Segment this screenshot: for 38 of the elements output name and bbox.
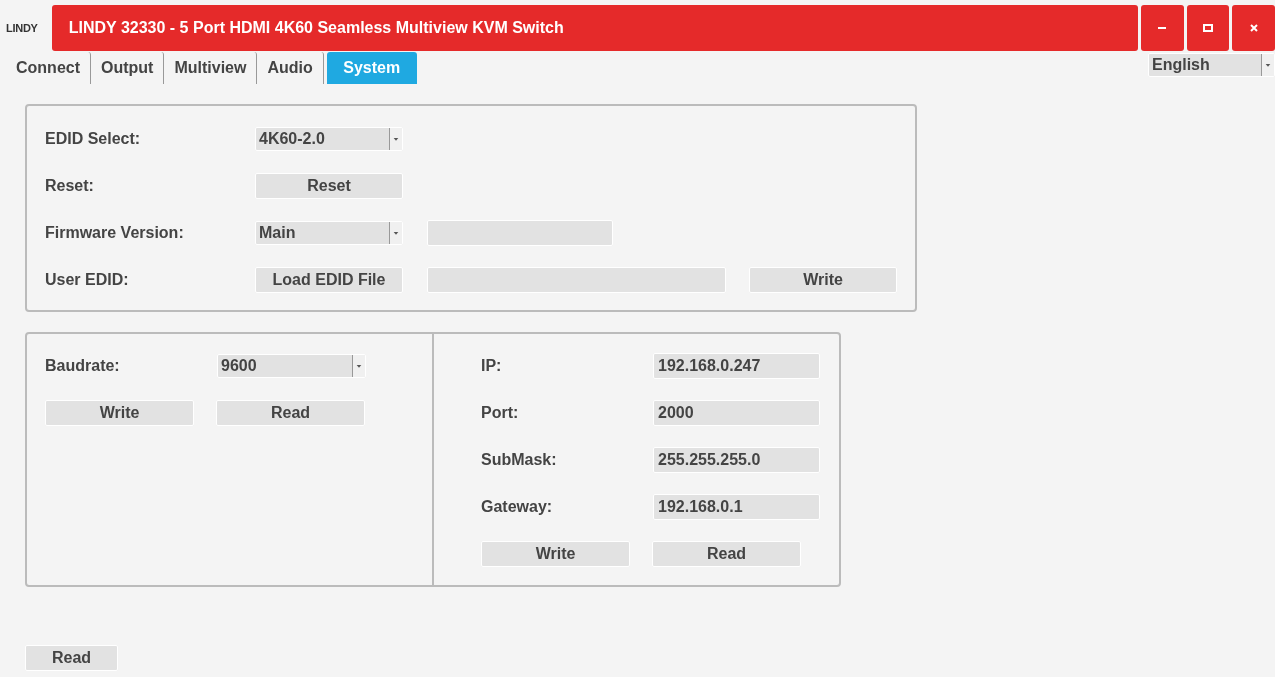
maximize-button[interactable]: [1186, 5, 1230, 51]
input-field[interactable]: 192.168.0.247: [653, 353, 820, 379]
dropdown[interactable]: Main: [255, 221, 403, 245]
minimize-button[interactable]: [1140, 5, 1184, 51]
input-field[interactable]: [427, 267, 726, 293]
dropdown[interactable]: 9600: [217, 354, 366, 378]
field-label: Firmware Version:: [45, 223, 185, 243]
button[interactable]: Read: [25, 645, 118, 671]
dropdown[interactable]: 4K60-2.0: [255, 127, 403, 151]
logo: LINDY: [6, 20, 38, 36]
button[interactable]: Write: [749, 267, 897, 293]
caret-icon: [389, 222, 402, 244]
caret-icon: [389, 128, 402, 150]
button[interactable]: Write: [45, 400, 194, 426]
button[interactable]: Read: [216, 400, 365, 426]
button[interactable]: Read: [652, 541, 801, 567]
field-label: SubMask:: [481, 450, 558, 470]
caret-icon: [1261, 54, 1274, 76]
field-label: User EDID:: [45, 270, 130, 290]
caret-icon: [352, 355, 365, 377]
field-label: IP:: [481, 356, 503, 376]
input-field[interactable]: 2000: [653, 400, 820, 426]
button[interactable]: Reset: [255, 173, 403, 199]
input-field[interactable]: 255.255.255.0: [653, 447, 820, 473]
close-icon: [1248, 24, 1259, 32]
field-label: EDID Select:: [45, 129, 142, 149]
window-title: LINDY 32330 - 5 Port HDMI 4K60 Seamless Multiview KVM Switch: [68, 18, 564, 38]
field-label: Baudrate:: [45, 356, 121, 376]
button[interactable]: Write: [481, 541, 630, 567]
field-label: Gateway:: [481, 497, 554, 517]
input-field[interactable]: 192.168.0.1: [653, 494, 820, 520]
input-field[interactable]: [427, 220, 613, 246]
field-label: Reset:: [45, 176, 95, 196]
button[interactable]: Load EDID File: [255, 267, 403, 293]
language-select[interactable]: English: [1148, 53, 1275, 77]
minimize-icon: [1157, 24, 1168, 32]
maximize-icon: [1202, 24, 1213, 32]
field-label: Port:: [481, 403, 520, 423]
